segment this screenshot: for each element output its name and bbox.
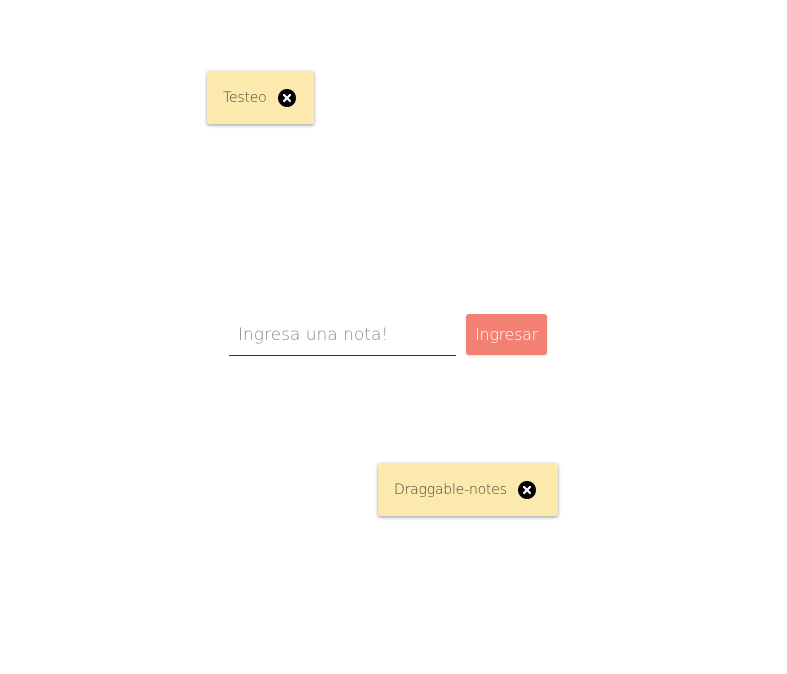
x-mark-icon bbox=[282, 93, 291, 102]
note-text: Testeo bbox=[223, 89, 267, 106]
close-circle-icon[interactable] bbox=[517, 480, 536, 499]
note-card[interactable]: Draggable-notes bbox=[378, 463, 558, 516]
note-text: Draggable-notes bbox=[394, 481, 507, 498]
x-mark-icon bbox=[522, 485, 531, 494]
note-card[interactable]: Testeo bbox=[207, 71, 314, 124]
note-input[interactable] bbox=[229, 314, 456, 356]
close-circle-icon[interactable] bbox=[277, 88, 296, 107]
note-form: Ingresar bbox=[229, 314, 547, 356]
submit-button[interactable]: Ingresar bbox=[466, 314, 547, 355]
